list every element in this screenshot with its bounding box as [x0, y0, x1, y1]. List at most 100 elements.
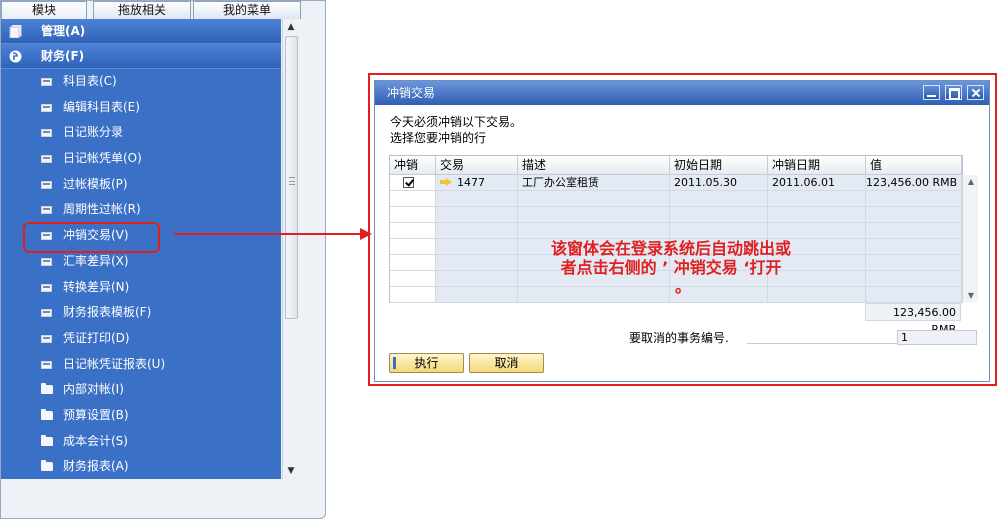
reverse-checkbox[interactable]	[403, 177, 414, 188]
document-stack-icon	[9, 25, 22, 38]
tab-drag-drop[interactable]: 拖放相关	[93, 1, 191, 19]
nav-item-label: 日记账分录	[63, 125, 124, 140]
empty-cell	[390, 223, 436, 239]
description-cell: 工厂办公室租赁	[518, 175, 670, 191]
dialog-titlebar[interactable]: 冲销交易	[375, 81, 989, 105]
empty-cell	[436, 191, 518, 207]
dialog-title: 冲销交易	[387, 86, 436, 100]
nav-item-conversion-differences[interactable]: 转换差异(N)	[1, 275, 281, 301]
column-header-reverse[interactable]: 冲销	[390, 156, 436, 175]
empty-cell	[518, 207, 670, 223]
column-header-reverse-date[interactable]: 冲销日期	[768, 156, 866, 175]
form-icon	[41, 103, 52, 112]
empty-cell	[390, 191, 436, 207]
value-cell: 123,456.00 RMB	[866, 175, 962, 191]
nav-scrollbar[interactable]: ▲ ▼	[282, 19, 299, 479]
nav-item-label: 成本会计(S)	[63, 433, 128, 448]
nav-item-internal-reconciliations[interactable]: 内部对帐(I)	[1, 377, 281, 403]
reverse-date-cell: 2011.06.01	[768, 175, 866, 191]
nav-group-finance[interactable]: 财务(F)	[1, 44, 281, 69]
link-arrow-icon[interactable]	[440, 178, 452, 186]
maximize-icon[interactable]	[945, 85, 962, 100]
nav-group-label: 财务(F)	[41, 49, 85, 63]
folder-icon	[41, 383, 53, 395]
nav-item-label: 编辑科目表(E)	[63, 99, 140, 114]
nav-item-cost-accounting[interactable]: 成本会计(S)	[1, 429, 281, 455]
scroll-up-icon[interactable]: ▲	[963, 177, 979, 186]
scroll-thumb[interactable]	[285, 36, 298, 319]
form-icon	[41, 180, 52, 189]
form-icon	[41, 334, 52, 343]
cancel-transaction-number-field[interactable]: 1	[897, 330, 977, 345]
nav-item-label: 汇率差异(X)	[63, 253, 129, 268]
reverse-transactions-dialog: 冲销交易 今天必须冲销以下交易。 选择您要冲销的行 冲销 交易 描述 初始日期 …	[374, 80, 990, 382]
pointer-arrow-line	[174, 233, 364, 235]
folder-icon	[41, 434, 53, 446]
close-icon[interactable]	[967, 85, 984, 100]
empty-cell	[436, 223, 518, 239]
column-header-transaction[interactable]: 交易	[436, 156, 518, 175]
nav-group-administration[interactable]: 管理(A)	[1, 19, 281, 44]
folder-icon	[41, 408, 53, 420]
form-icon	[41, 360, 52, 369]
highlight-reverse-transactions	[23, 222, 160, 253]
nav-item-label: 财务报表(A)	[63, 459, 129, 474]
nav-item-journal-voucher[interactable]: 日记帐凭单(O)	[1, 146, 281, 172]
nav-item-financial-report-templates[interactable]: 财务报表模板(F)	[1, 300, 281, 326]
nav-tabs: 模块 拖放相关 我的菜单	[1, 1, 301, 19]
tab-my-menu[interactable]: 我的菜单	[193, 1, 301, 19]
cancel-transaction-number-label: 要取消的事务编号.	[629, 331, 729, 345]
nav-item-budget-setup[interactable]: 预算设置(B)	[1, 403, 281, 429]
nav-item-journal-entry[interactable]: 日记账分录	[1, 120, 281, 146]
nav-item-document-printing[interactable]: 凭证打印(D)	[1, 326, 281, 352]
nav-item-label: 日记帐凭单(O)	[63, 151, 142, 166]
minimize-icon[interactable]	[923, 85, 940, 100]
empty-table-row[interactable]	[390, 223, 962, 239]
column-header-value[interactable]: 值	[866, 156, 962, 175]
screen: 模块 拖放相关 我的菜单 管理(A) 财务(F) 科目表(C) 编辑科目表(E)	[0, 0, 1004, 524]
nav-item-recurring-postings[interactable]: 周期性过帐(R)	[1, 197, 281, 223]
nav-item-journal-voucher-report[interactable]: 日记帐凭证报表(U)	[1, 352, 281, 378]
scroll-up-icon[interactable]: ▲	[283, 19, 299, 35]
empty-cell	[390, 207, 436, 223]
annotation-line-1: 该窗体会在登录系统后自动跳出或	[550, 239, 791, 258]
execute-button[interactable]: 执行	[389, 353, 464, 373]
column-header-start-date[interactable]: 初始日期	[670, 156, 768, 175]
nav-item-label: 内部对帐(I)	[63, 382, 124, 397]
reverse-checkbox-cell[interactable]	[390, 175, 436, 191]
nav-item-edit-chart-of-accounts[interactable]: 编辑科目表(E)	[1, 95, 281, 121]
empty-table-row[interactable]	[390, 207, 962, 223]
nav-item-label: 日记帐凭证报表(U)	[63, 356, 166, 371]
finance-icon	[9, 50, 22, 63]
tab-modules[interactable]: 模块	[1, 1, 87, 19]
empty-cell	[866, 207, 962, 223]
instruction-line-1: 今天必须冲销以下交易。	[390, 115, 523, 129]
form-icon	[41, 283, 52, 292]
form-icon	[41, 206, 52, 215]
annotation-line-2: 者点击右侧的 ’ 冲销交易 ‘打开	[560, 258, 782, 277]
nav-item-chart-of-accounts[interactable]: 科目表(C)	[1, 69, 281, 95]
annotation-text: 该窗体会在登录系统后自动跳出或 者点击右侧的 ’ 冲销交易 ‘打开 。	[375, 239, 991, 296]
empty-table-row[interactable]	[390, 191, 962, 207]
form-icon	[41, 129, 52, 138]
empty-cell	[866, 191, 962, 207]
table-row[interactable]: 1477 工厂办公室租赁 2011.05.30 2011.06.01 123,4…	[390, 175, 962, 191]
nav-item-posting-templates[interactable]: 过帐模板(P)	[1, 172, 281, 198]
empty-cell	[518, 191, 670, 207]
nav-item-label: 凭证打印(D)	[63, 330, 130, 345]
scroll-down-icon[interactable]: ▼	[283, 463, 299, 479]
nav-item-label: 科目表(C)	[63, 74, 117, 88]
nav-item-label: 过帐模板(P)	[63, 176, 128, 191]
cancel-button[interactable]: 取消	[469, 353, 544, 373]
empty-cell	[768, 223, 866, 239]
nav-item-financial-reports[interactable]: 财务报表(A)	[1, 454, 281, 479]
nav-item-label: 预算设置(B)	[63, 407, 129, 422]
empty-cell	[866, 223, 962, 239]
empty-cell	[436, 207, 518, 223]
transaction-cell: 1477	[436, 175, 518, 191]
transaction-number: 1477	[457, 176, 485, 189]
column-header-description[interactable]: 描述	[518, 156, 670, 175]
nav-item-label: 财务报表模板(F)	[63, 305, 152, 320]
nav-item-label: 周期性过帐(R)	[63, 202, 141, 217]
nav-item-label: 转换差异(N)	[63, 279, 130, 294]
